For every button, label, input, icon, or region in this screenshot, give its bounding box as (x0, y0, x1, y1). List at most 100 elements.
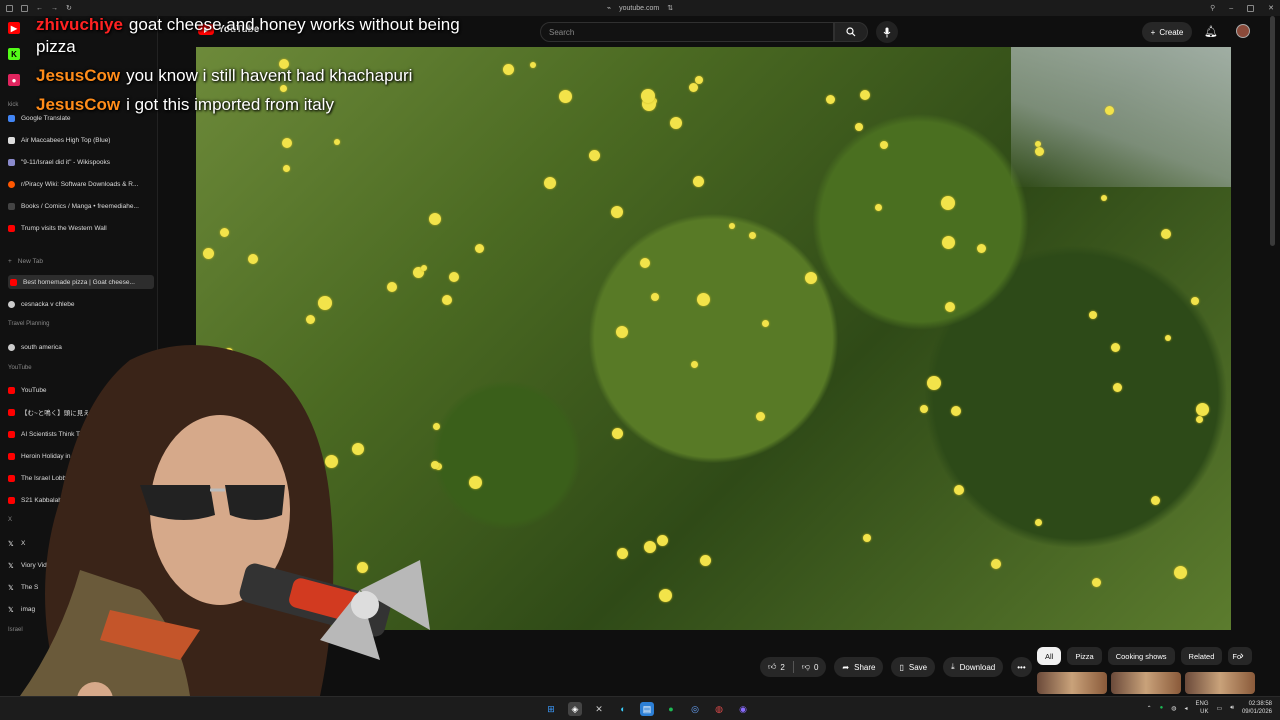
tab-label: Best homemade pizza | Goat cheese... (23, 278, 135, 286)
search-button[interactable] (834, 22, 868, 42)
forward-icon[interactable]: → (51, 5, 58, 12)
tab-view-icon[interactable] (21, 4, 28, 12)
windows-start-icon[interactable]: ⊞ (544, 702, 558, 716)
sidebar-tab[interactable]: r/Piracy Wiki: Software Downloads & R... (8, 177, 154, 191)
tray-overflow-icon[interactable]: ⌃ (1147, 705, 1152, 712)
extensions-icon[interactable]: ⚲ (1210, 4, 1215, 12)
discord-icon[interactable]: ◉ (736, 702, 750, 716)
wifi-icon[interactable]: ▭ (1217, 705, 1223, 712)
close-icon[interactable]: ✕ (1268, 4, 1274, 12)
flower (559, 90, 572, 103)
tray-spotify-icon[interactable]: ● (1160, 705, 1164, 711)
tray-app-icon[interactable]: ◍ (1171, 705, 1176, 712)
page-scrollbar[interactable] (1270, 16, 1275, 246)
file-explorer-icon[interactable]: ▤ (640, 702, 654, 716)
avatar[interactable] (1236, 24, 1250, 38)
voice-search-button[interactable] (876, 21, 898, 43)
sidebar-toggle-icon[interactable] (6, 4, 13, 12)
flower (282, 138, 292, 148)
flower (612, 428, 623, 439)
sidebar-tab[interactable]: Air Maccabees High Top (Blue) (8, 133, 154, 147)
youtube-icon (8, 474, 15, 482)
chat-username: zhivuchiye (36, 15, 123, 34)
download-button[interactable]: ⤓ Download (943, 657, 1004, 677)
sidebar-tab[interactable]: Books / Comics / Manga • freemediahe... (8, 199, 154, 213)
chat-text: you know i still havent had khachapuri (126, 66, 413, 85)
notifications-icon[interactable]: 🔔︎ (1204, 25, 1218, 38)
flower (689, 83, 698, 92)
search-input[interactable]: Search (540, 22, 834, 42)
pinned-youtube-icon[interactable]: ▶ (8, 22, 20, 34)
tab-group-x[interactable]: X (8, 517, 12, 523)
chevron-right-icon[interactable]: › (1240, 650, 1244, 662)
youtube-icon (8, 496, 15, 504)
screen: ← → ↻ ⌁ youtube.com ⇅ ⚲ – ✕ ▶ K ● kick G… (0, 0, 1280, 720)
microphone-icon (883, 27, 891, 37)
link-icon[interactable]: ⌁ (607, 4, 611, 12)
flower (589, 150, 600, 161)
related-video-thumbnail[interactable] (1185, 672, 1255, 694)
tab-group-travel[interactable]: Travel Planning (8, 321, 49, 327)
pinned-app-icon[interactable]: ● (8, 74, 20, 86)
chip-all[interactable]: All (1037, 647, 1062, 665)
flower (951, 406, 961, 416)
plus-icon: + (1150, 27, 1156, 37)
flower (421, 265, 427, 271)
reload-icon[interactable]: ↻ (66, 4, 72, 12)
tab-label: "9-11/Israel did it" - Wikispooks (21, 158, 111, 166)
flower (611, 206, 623, 218)
language-indicator[interactable]: ENG UK (1196, 700, 1209, 716)
flower (927, 376, 941, 390)
dislike-button[interactable]: 👎︎ 0 (794, 662, 827, 672)
like-button[interactable]: 👍︎ 2 (760, 662, 793, 672)
flower (429, 213, 441, 225)
spotify-icon[interactable]: ● (664, 702, 678, 716)
site-settings-icon[interactable]: ⇅ (667, 4, 673, 12)
chip-cooking-shows[interactable]: Cooking shows (1107, 647, 1175, 665)
back-icon[interactable]: ← (36, 5, 43, 12)
edge-icon[interactable]: ◐ (616, 702, 630, 716)
sidebar-tab[interactable]: Trump visits the Western Wall (8, 221, 154, 235)
minimize-icon[interactable]: – (1229, 5, 1233, 12)
maximize-icon[interactable] (1247, 4, 1255, 12)
tab-label: Books / Comics / Manga • freemediahe... (21, 202, 139, 210)
sidebar-tab[interactable]: cesnacka v chlebe (8, 297, 154, 311)
related-video-thumbnail[interactable] (1037, 672, 1107, 694)
address-bar[interactable]: youtube.com (619, 5, 659, 12)
flower (1092, 578, 1101, 587)
flower (700, 555, 711, 566)
browser-icon[interactable]: ◈ (568, 702, 582, 716)
save-button[interactable]: ▯ Save (891, 657, 936, 677)
clock[interactable]: 02:38:58 09/01/2026 (1242, 700, 1272, 716)
flower (697, 293, 710, 306)
tools-icon[interactable]: ✕ (592, 702, 606, 716)
chip-pizza[interactable]: Pizza (1067, 647, 1102, 665)
flower (651, 293, 659, 301)
tray-network-icon[interactable]: ◂ (1184, 705, 1187, 712)
tab-label: Trump visits the Western Wall (21, 224, 107, 232)
sidebar-tab-active[interactable]: Best homemade pizza | Goat cheese... (8, 275, 154, 289)
chat-text: i got this imported from italy (126, 95, 334, 114)
flower (503, 64, 514, 75)
page-icon (8, 202, 15, 210)
flower (306, 315, 315, 324)
flower (977, 244, 986, 253)
create-button[interactable]: + Create (1142, 22, 1192, 42)
chat-username: JesusCow (36, 95, 121, 114)
more-actions-button[interactable]: ••• (1011, 657, 1032, 677)
chip-related[interactable]: Related (1180, 647, 1223, 665)
app-icon[interactable]: ◍ (712, 702, 726, 716)
new-tab-button[interactable]: + New Tab (8, 254, 154, 268)
pinned-kick-icon[interactable]: K (8, 48, 20, 60)
youtube-icon (8, 386, 15, 394)
x-icon: 𝕏 (8, 562, 14, 570)
flower (469, 476, 482, 489)
volume-icon[interactable]: 🔊︎ (1230, 705, 1234, 712)
share-button[interactable]: ➦ Share (834, 657, 884, 677)
flower (945, 302, 955, 312)
sidebar-tab[interactable]: "9-11/Israel did it" - Wikispooks (8, 155, 154, 169)
flower (1113, 383, 1122, 392)
related-video-thumbnail[interactable] (1111, 672, 1181, 694)
chat-message: zhivuchiye goat cheese and honey works wi… (36, 14, 496, 58)
steam-icon[interactable]: ◎ (688, 702, 702, 716)
